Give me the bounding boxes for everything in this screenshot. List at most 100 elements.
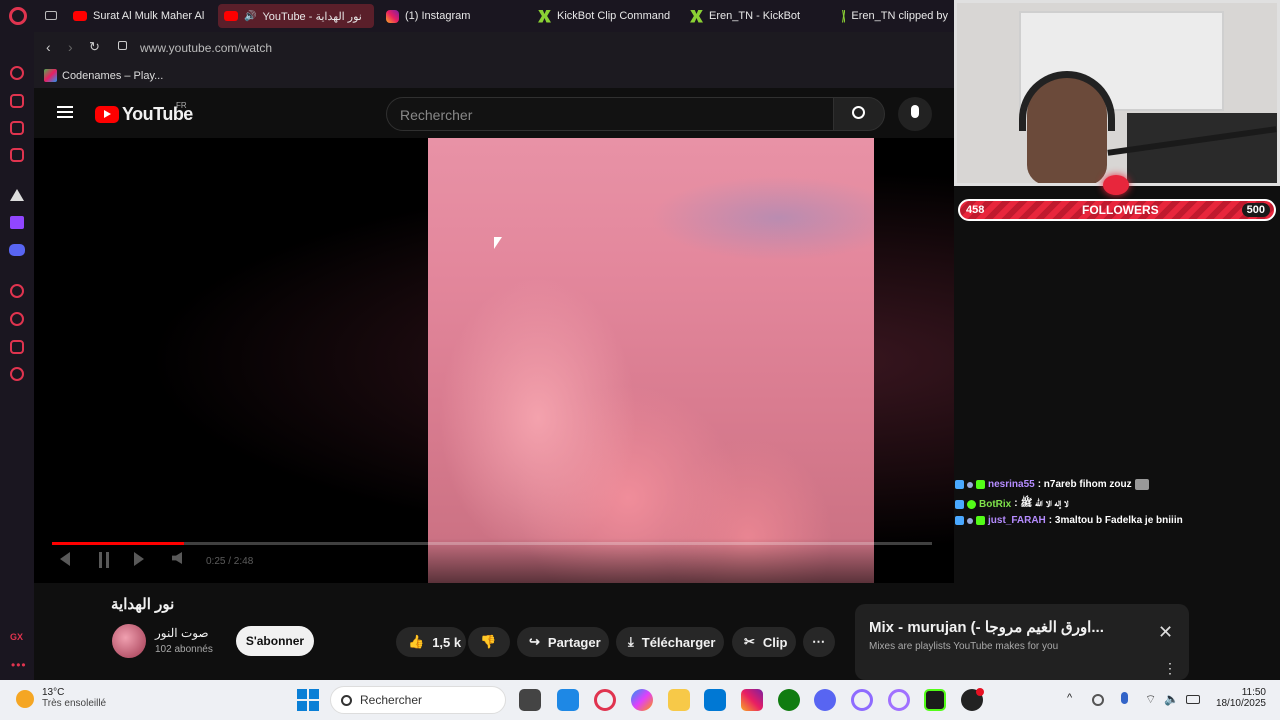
next-icon[interactable] [134, 552, 144, 566]
previous-icon[interactable] [60, 552, 70, 566]
tab-instagram[interactable]: (1) Instagram [380, 4, 510, 28]
reload-icon[interactable]: ↻ [89, 39, 100, 55]
chat-username: BotRix [979, 498, 1012, 510]
battery-icon[interactable] [1186, 695, 1200, 704]
pause-icon[interactable] [99, 552, 109, 568]
search-button[interactable] [833, 97, 885, 131]
followers-label: FOLLOWERS [1082, 203, 1159, 217]
mix-subtitle: Mixes are playlists YouTube makes for yo… [869, 641, 1059, 652]
messenger-icon[interactable] [10, 148, 24, 162]
history-icon[interactable] [10, 312, 24, 326]
tab-overview-icon[interactable] [45, 11, 57, 20]
dislike-button[interactable]: 👎 [468, 627, 510, 657]
forward-icon[interactable]: › [68, 39, 73, 55]
video-player[interactable]: 0:25 / 2:48 [34, 138, 954, 583]
badge-icon [955, 516, 964, 525]
copilot-icon[interactable] [631, 689, 653, 711]
progress-bar[interactable] [52, 542, 932, 545]
voice-search-button[interactable] [898, 97, 932, 131]
chat-text: : 3maltou b Fadelka je bniiin [1048, 515, 1183, 526]
tab-surat-al-mulk[interactable]: Surat Al Mulk Maher Al I [67, 4, 207, 28]
subscribe-button[interactable]: S'abonner [236, 626, 314, 656]
sub-badge-icon [967, 517, 973, 524]
search-icon [852, 106, 865, 119]
gx-control-icon[interactable] [10, 94, 24, 108]
bookmark-codenames[interactable]: Codenames – Play... [44, 69, 163, 82]
more-icon[interactable]: ••• [11, 658, 27, 672]
weather-widget[interactable]: 13°C Très ensoleillé [16, 687, 106, 709]
role-badge-icon [976, 480, 985, 489]
badge-icon [955, 499, 964, 509]
emote-icon [1134, 479, 1149, 490]
discord-app-icon[interactable] [814, 689, 836, 711]
like-button[interactable]: 👍 1,5 k [396, 627, 466, 657]
chat-message: BotRix : لا إله الا الله ﷺ [955, 497, 1069, 511]
opera-alt-app-icon[interactable] [888, 689, 910, 711]
microphone-icon [911, 105, 919, 118]
player-icon[interactable] [10, 284, 24, 298]
youtube-icon [73, 11, 87, 21]
aria-icon[interactable] [10, 189, 24, 201]
taskbar-search[interactable]: Rechercher [330, 686, 506, 714]
tray-mic-icon[interactable] [1121, 692, 1128, 704]
download-button[interactable]: ⤓ Télécharger [616, 627, 724, 657]
menu-icon[interactable] [57, 106, 73, 118]
codenames-icon [44, 69, 57, 82]
tab-youtube-active[interactable]: 🔊 YouTube - نور الهداية [218, 4, 374, 28]
youtube-play-icon [95, 106, 119, 123]
progress-fill [52, 542, 184, 545]
chat-text: : n7areb fihom zouz [1037, 479, 1132, 490]
xbox-icon[interactable] [778, 689, 800, 711]
tray-chevron-icon[interactable]: ^ [1067, 692, 1072, 704]
microsoft-store-icon[interactable] [704, 689, 726, 711]
settings-icon[interactable] [10, 367, 24, 381]
bookmarks-bar: Codenames – Play... [34, 64, 954, 88]
instagram-app-icon[interactable] [741, 689, 763, 711]
clip-button[interactable]: ✂ Clip [732, 627, 796, 657]
volume-icon[interactable]: 🔈 [1164, 692, 1179, 706]
tab-kickbot-clip[interactable]: KickBot Clip Command [532, 4, 677, 28]
channel-name[interactable]: صوت النور [155, 626, 209, 640]
discord-icon[interactable] [9, 244, 25, 256]
lock-icon [118, 41, 127, 50]
twitch-icon[interactable] [10, 216, 24, 229]
wifi-icon[interactable]: ⌔ [1145, 692, 1156, 707]
youtube-header: YouTube FR Rechercher [34, 88, 954, 138]
kick-app-icon[interactable] [924, 689, 946, 711]
chat-text: : لا إله الا الله ﷺ [1014, 498, 1069, 509]
channel-avatar[interactable] [112, 624, 146, 658]
url-field[interactable]: www.youtube.com/watch [140, 41, 272, 55]
more-vertical-icon[interactable]: ⋮ [1163, 660, 1177, 677]
tab-eren-kickbot[interactable]: Eren_TN - KickBot [684, 4, 829, 28]
audio-playing-icon[interactable]: 🔊 [244, 11, 256, 22]
windows-start-icon[interactable] [297, 689, 319, 711]
opera-gx-icon[interactable] [594, 689, 616, 711]
video-title: نور الهداية [111, 596, 175, 613]
extensions-icon[interactable] [10, 340, 24, 354]
region-code: FR [176, 101, 187, 110]
chat-message: nesrina55 : n7areb fihom zouz [955, 479, 1149, 490]
search-input[interactable]: Rechercher [386, 97, 834, 131]
clock[interactable]: 11:50 18/10/2025 [1206, 687, 1266, 709]
scissors-icon: ✂ [744, 634, 755, 649]
back-icon[interactable]: ‹ [46, 39, 51, 55]
search-icon [341, 694, 352, 706]
share-button[interactable]: ↪ Partager [517, 627, 609, 657]
more-actions-button[interactable]: ⋯ [803, 627, 835, 657]
verified-badge-icon [967, 499, 976, 509]
share-icon: ↪ [529, 634, 540, 649]
tab-eren-clipped[interactable]: Eren_TN clipped by [836, 4, 954, 28]
photos-app-icon[interactable] [557, 689, 579, 711]
windows-taskbar: 13°C Très ensoleillé Rechercher ^ ⌔ 🔈 11… [0, 680, 1280, 720]
task-view-icon[interactable] [519, 689, 541, 711]
close-icon[interactable]: ✕ [1158, 622, 1173, 643]
tray-app-icon[interactable] [1092, 694, 1104, 706]
file-explorer-icon[interactable] [668, 689, 690, 711]
opera-logo-icon[interactable] [9, 7, 27, 25]
more-horizontal-icon: ⋯ [812, 634, 825, 649]
gx-cleaner-icon[interactable] [10, 121, 24, 135]
speed-dial-icon[interactable] [10, 66, 24, 80]
kick-icon [690, 9, 703, 23]
mix-playlist-card[interactable]: Mix - murujan (- اورق الغيم مروجا... Mix… [855, 604, 1189, 680]
opera-app-icon[interactable] [851, 689, 873, 711]
